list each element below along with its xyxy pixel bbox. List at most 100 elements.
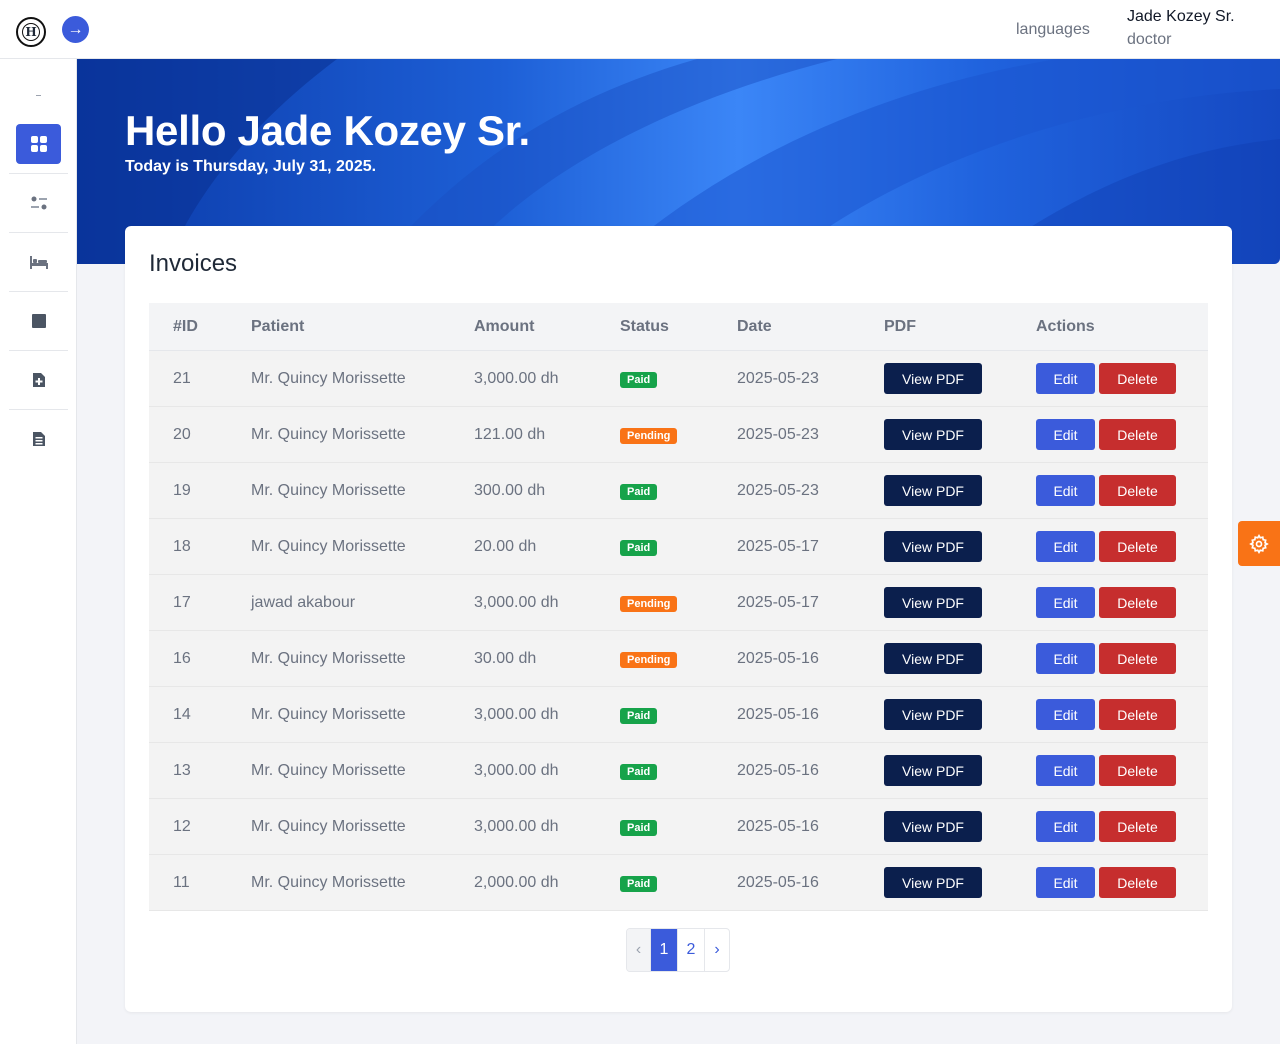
sidebar-separator [9,173,68,174]
file-plus-icon [32,373,45,387]
invoice-patient: jawad akabour [251,594,356,611]
column-header-amount: Amount [474,318,535,335]
logo-letter: H [22,23,40,41]
view-pdf-button[interactable]: View PDF [884,755,982,786]
edit-button[interactable]: Edit [1036,699,1095,730]
sidebar-item-settings[interactable] [16,183,61,223]
invoice-amount: 3,000.00 dh [474,594,559,611]
edit-button[interactable]: Edit [1036,363,1095,394]
status-badge: Paid [620,540,658,556]
invoice-id: 19 [173,482,191,499]
invoice-date: 2025-05-23 [737,426,819,443]
delete-button[interactable]: Delete [1099,811,1176,842]
sidebar-item-invoices[interactable] [16,419,61,459]
sidebar-item-reports[interactable] [16,301,61,341]
edit-button[interactable]: Edit [1036,419,1095,450]
invoice-id: 17 [173,594,191,611]
status-badge: Pending [620,596,678,612]
invoice-date: 2025-05-16 [737,650,819,667]
delete-button[interactable]: Delete [1099,419,1176,450]
sliders-icon [30,196,47,210]
column-header-status: Status [620,318,669,335]
edit-button[interactable]: Edit [1036,867,1095,898]
invoice-amount: 3,000.00 dh [474,762,559,779]
status-badge: Paid [620,372,658,388]
view-pdf-button[interactable]: View PDF [884,587,982,618]
pagination: ‹ 1 2 › [626,928,730,972]
table-body: 21 Mr. Quincy Morissette 3,000.00 dh Paid 20… [149,351,1208,911]
user-name[interactable]: Jade Kozey Sr. [1127,8,1235,26]
invoice-id: 16 [173,650,191,667]
edit-button[interactable]: Edit [1036,755,1095,786]
view-pdf-button[interactable]: View PDF [884,867,982,898]
table-row: 21 Mr. Quincy Morissette 3,000.00 dh Paid 20… [149,351,1208,407]
pagination-page-2[interactable]: 2 [678,929,705,971]
view-pdf-button[interactable]: View PDF [884,475,982,506]
settings-button[interactable] [1238,521,1280,566]
sidebar [0,59,77,1044]
invoice-patient: Mr. Quincy Morissette [251,818,406,835]
edit-button[interactable]: Edit [1036,475,1095,506]
table-row: 18 Mr. Quincy Morissette 20.00 dh Paid 2025-… [149,519,1208,575]
status-badge: Paid [620,484,658,500]
status-badge: Paid [620,876,658,892]
invoice-patient: Mr. Quincy Morissette [251,650,406,667]
invoice-id: 21 [173,370,191,387]
invoice-id: 18 [173,538,191,555]
invoice-date: 2025-05-16 [737,818,819,835]
greeting-title: Hello Jade Kozey Sr. [125,107,530,154]
edit-button[interactable]: Edit [1036,587,1095,618]
edit-button[interactable]: Edit [1036,531,1095,562]
sidebar-item-dashboard[interactable] [16,124,61,164]
invoice-id: 14 [173,706,191,723]
view-pdf-button[interactable]: View PDF [884,531,982,562]
top-bar: H → languages Jade Kozey Sr. doctor [0,0,1280,59]
invoice-id: 20 [173,426,191,443]
edit-button[interactable]: Edit [1036,643,1095,674]
column-header-date: Date [737,318,772,335]
invoice-id: 12 [173,818,191,835]
view-pdf-button[interactable]: View PDF [884,643,982,674]
sidebar-toggle-button[interactable]: → [62,16,89,43]
sidebar-divider-mark [36,95,41,96]
delete-button[interactable]: Delete [1099,475,1176,506]
delete-button[interactable]: Delete [1099,363,1176,394]
sidebar-separator [9,409,68,410]
invoice-date: 2025-05-17 [737,538,819,555]
sidebar-separator [9,291,68,292]
table-row: 13 Mr. Quincy Morissette 3,000.00 dh Paid 20… [149,743,1208,799]
delete-button[interactable]: Delete [1099,755,1176,786]
sidebar-separator [9,350,68,351]
delete-button[interactable]: Delete [1099,699,1176,730]
sidebar-item-new-invoice[interactable] [16,360,61,400]
invoice-patient: Mr. Quincy Morissette [251,370,406,387]
invoice-patient: Mr. Quincy Morissette [251,426,406,443]
pagination-page-1[interactable]: 1 [651,929,678,971]
table-row: 11 Mr. Quincy Morissette 2,000.00 dh Paid 20… [149,855,1208,911]
view-pdf-button[interactable]: View PDF [884,363,982,394]
table-row: 12 Mr. Quincy Morissette 3,000.00 dh Paid 20… [149,799,1208,855]
app-logo[interactable]: H [16,17,46,47]
table-row: 16 Mr. Quincy Morissette 30.00 dh Pending 20… [149,631,1208,687]
invoice-patient: Mr. Quincy Morissette [251,538,406,555]
invoice-amount: 121.00 dh [474,426,546,443]
delete-button[interactable]: Delete [1099,531,1176,562]
view-pdf-button[interactable]: View PDF [884,811,982,842]
invoice-amount: 3,000.00 dh [474,818,559,835]
sidebar-item-rooms[interactable] [16,242,61,282]
delete-button[interactable]: Delete [1099,587,1176,618]
pagination-prev-button[interactable]: ‹ [627,929,651,971]
invoice-date: 2025-05-16 [737,762,819,779]
invoice-patient: Mr. Quincy Morissette [251,762,406,779]
invoice-id: 13 [173,762,191,779]
view-pdf-button[interactable]: View PDF [884,419,982,450]
pagination-next-button[interactable]: › [705,929,729,971]
status-badge: Paid [620,708,658,724]
delete-button[interactable]: Delete [1099,867,1176,898]
delete-button[interactable]: Delete [1099,643,1176,674]
invoice-patient: Mr. Quincy Morissette [251,706,406,723]
view-pdf-button[interactable]: View PDF [884,699,982,730]
languages-menu[interactable]: languages [1016,21,1090,39]
invoice-patient: Mr. Quincy Morissette [251,874,406,891]
edit-button[interactable]: Edit [1036,811,1095,842]
